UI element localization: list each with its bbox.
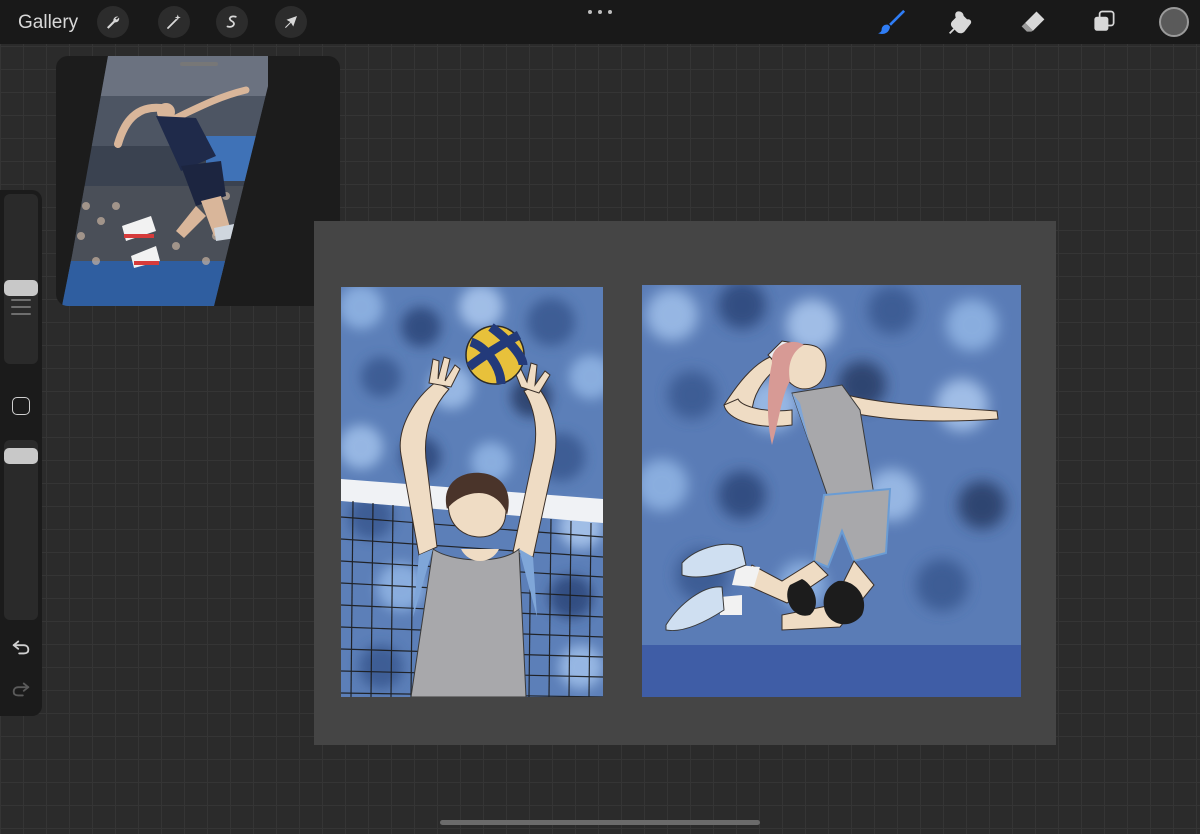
- undo-icon[interactable]: [10, 636, 32, 658]
- selection-icon[interactable]: [216, 6, 248, 38]
- color-swatch[interactable]: [1159, 7, 1189, 37]
- eraser-icon[interactable]: [1017, 6, 1049, 38]
- drawing-canvas[interactable]: [314, 221, 1056, 745]
- brush-icon[interactable]: [875, 6, 907, 38]
- modify-button[interactable]: [12, 397, 30, 415]
- more-options-icon[interactable]: [588, 8, 612, 16]
- layers-icon[interactable]: [1088, 6, 1120, 38]
- magic-wand-icon[interactable]: [158, 6, 190, 38]
- wrench-icon[interactable]: [97, 6, 129, 38]
- home-indicator: [440, 820, 760, 825]
- brush-size-thumb[interactable]: [4, 280, 38, 296]
- reference-window[interactable]: [56, 56, 340, 306]
- top-toolbar: Gallery: [0, 0, 1200, 44]
- sidebar: [0, 190, 42, 716]
- brush-size-grip-icon: [11, 299, 31, 320]
- brush-size-slider[interactable]: [4, 194, 38, 364]
- opacity-slider[interactable]: [4, 440, 38, 620]
- spiker-panel: [642, 285, 1021, 697]
- setter-panel: [341, 287, 603, 697]
- redo-icon[interactable]: [10, 678, 32, 700]
- smudge-icon[interactable]: [945, 6, 977, 38]
- reference-drag-handle[interactable]: [180, 62, 218, 66]
- opacity-thumb[interactable]: [4, 448, 38, 464]
- transform-arrow-icon[interactable]: [275, 6, 307, 38]
- gallery-button[interactable]: Gallery: [18, 12, 78, 34]
- reference-photo: [62, 56, 268, 306]
